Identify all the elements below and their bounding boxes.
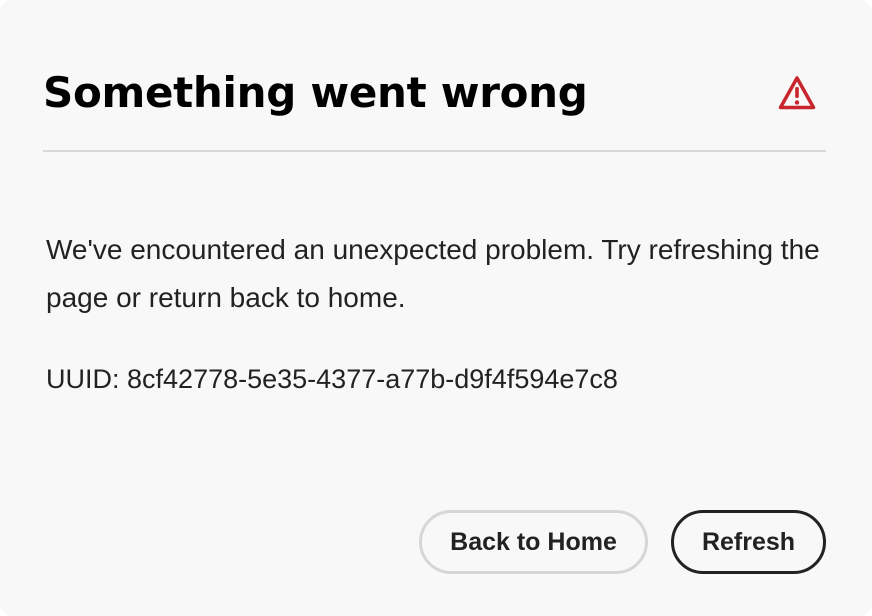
dialog-title: Something went wrong — [43, 68, 588, 117]
alert-triangle-icon — [778, 75, 816, 111]
uuid-label: UUID: — [46, 364, 120, 394]
back-to-home-button[interactable]: Back to Home — [419, 510, 648, 574]
header-divider — [43, 150, 826, 152]
dialog-header: Something went wrong — [43, 62, 826, 124]
error-message: We've encountered an unexpected problem.… — [46, 234, 820, 313]
error-dialog: Something went wrong We've encountered a… — [0, 0, 872, 616]
uuid-value: 8cf42778-5e35-4377-a77b-d9f4f594e7c8 — [127, 364, 618, 394]
uuid-row: UUID: 8cf42778-5e35-4377-a77b-d9f4f594e7… — [46, 355, 618, 403]
refresh-button[interactable]: Refresh — [671, 510, 826, 574]
